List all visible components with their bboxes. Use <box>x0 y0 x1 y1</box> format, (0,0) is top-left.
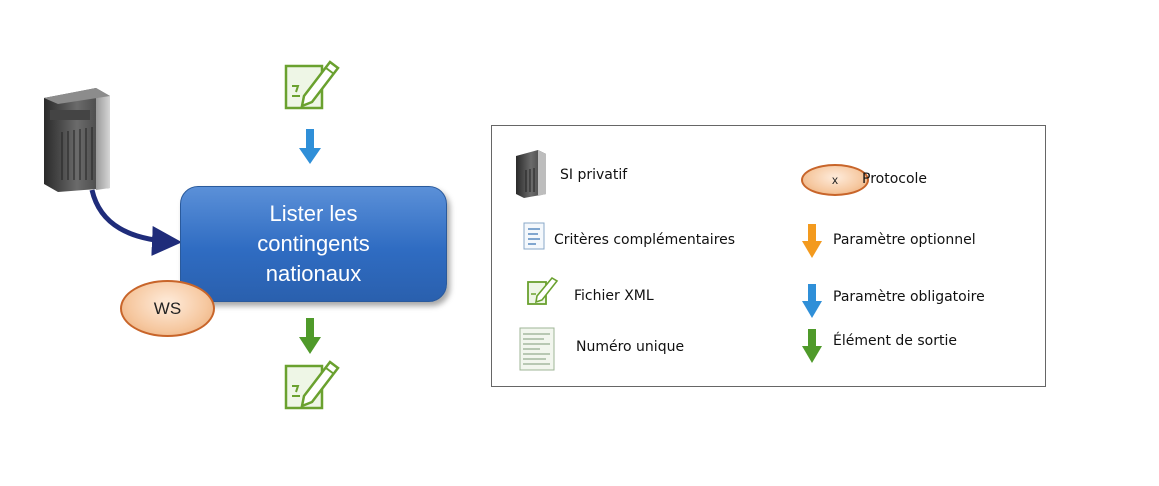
legend-label-fichier-xml: Fichier XML <box>574 288 654 304</box>
input-xml-file-icon <box>284 60 340 110</box>
legend-green-arrow-icon <box>802 329 822 363</box>
output-arrow <box>299 318 321 354</box>
legend-label-element-de-sortie: Élément de sortie <box>833 333 957 349</box>
mandatory-input-arrow <box>299 129 321 164</box>
legend-xml-file-icon <box>527 276 559 305</box>
process-box: Lister les contingents nationaux <box>180 186 447 302</box>
legend-protocol-marker: x <box>832 173 838 187</box>
legend-orange-arrow-icon <box>802 224 822 258</box>
output-xml-file-icon <box>284 360 340 410</box>
legend-label-parametre-obligatoire: Paramètre obligatoire <box>833 289 985 305</box>
legend-box: x SI privatif Protocole Critères complém… <box>491 125 1046 387</box>
legend-unique-number-icon <box>519 327 555 371</box>
server-icon <box>44 88 110 192</box>
ws-protocol-label: WS <box>153 298 182 318</box>
legend-label-protocole: Protocole <box>862 171 928 187</box>
process-title: Lister les contingents nationaux <box>257 201 370 286</box>
legend-label-numero-unique: Numéro unique <box>576 339 685 355</box>
legend-criteria-document-icon <box>523 222 545 250</box>
legend-protocol-ellipse-icon: x <box>801 164 869 196</box>
server-connector-arrow <box>89 189 182 256</box>
legend-server-icon <box>516 150 546 198</box>
legend-blue-arrow-icon <box>802 284 822 318</box>
legend-label-parametre-optionnel: Paramètre optionnel <box>833 232 976 248</box>
legend-label-si-privatif: SI privatif <box>560 167 628 183</box>
legend-label-criteres: Critères complémentaires <box>554 232 736 248</box>
ws-protocol-badge: WS <box>120 280 215 337</box>
